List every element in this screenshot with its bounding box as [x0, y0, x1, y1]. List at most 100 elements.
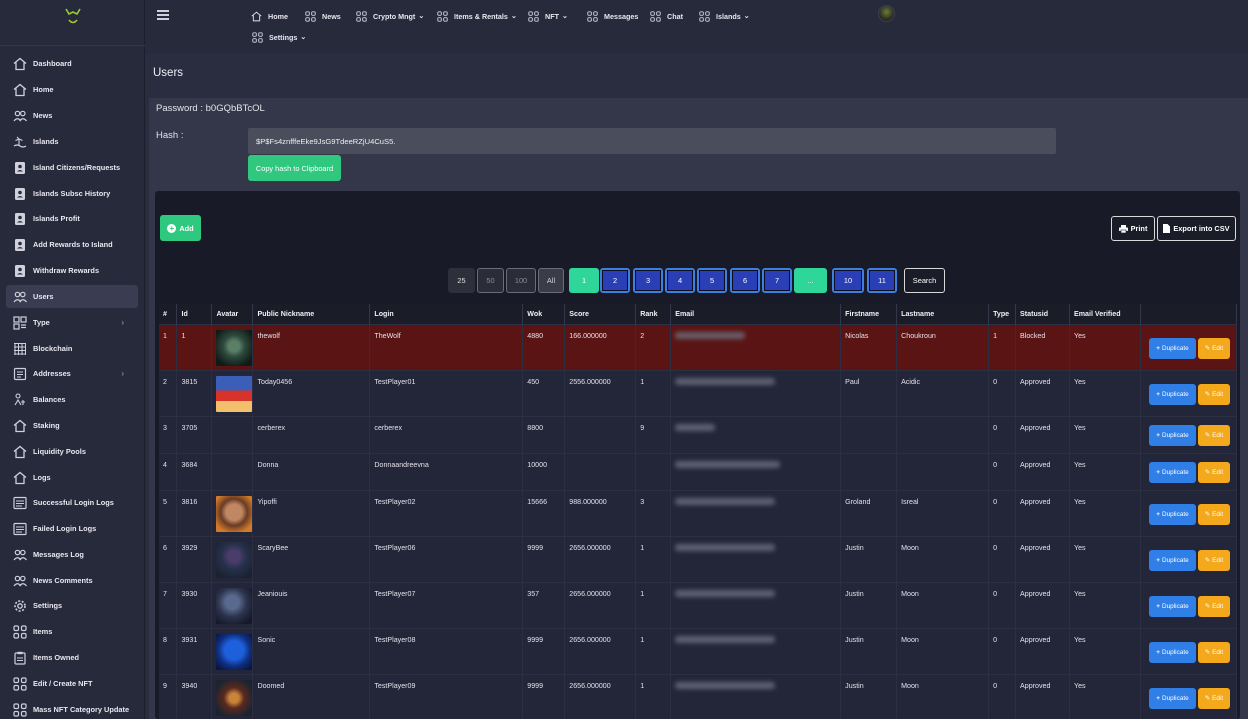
nav-item-messages[interactable]: Messages: [587, 9, 638, 23]
duplicate-button[interactable]: + Duplicate: [1148, 383, 1196, 405]
sidebar-item-addresses[interactable]: Addresses ›: [6, 362, 138, 385]
menu-toggle-icon[interactable]: [157, 10, 169, 20]
user-avatar[interactable]: [878, 5, 895, 22]
sidebar-item-island-citizens-requests[interactable]: Island Citizens/Requests: [6, 156, 138, 179]
edit-button[interactable]: ✎ Edit: [1197, 337, 1230, 359]
page-button[interactable]: 11: [867, 268, 897, 293]
duplicate-button[interactable]: + Duplicate: [1148, 461, 1196, 483]
column-header[interactable]: Id: [176, 304, 213, 324]
table-row[interactable]: 1 1 thewolf TheWolf 4880 166.000000 2 Nicolas Ch…: [159, 323, 1238, 370]
sidebar-item-edit-create-nft[interactable]: Edit / Create NFT: [6, 672, 138, 695]
search-button[interactable]: Search: [904, 268, 945, 293]
sidebar-item-liquidity-pools[interactable]: Liquidity Pools: [6, 440, 138, 463]
table-row[interactable]: 4 3684 Donna Donnaandreevna 10000 0 Approved Ye…: [159, 452, 1238, 490]
column-header[interactable]: Score: [564, 304, 637, 324]
table-row[interactable]: 7 3930 Jeaniouis TestPlayer07 357 2656.000000…: [159, 581, 1238, 628]
page-button[interactable]: 3: [633, 268, 663, 293]
sidebar-item-blockchain[interactable]: Blockchain: [6, 337, 138, 360]
sidebar-item-staking[interactable]: Staking: [6, 414, 138, 437]
table-row[interactable]: 3 3705 cerberex cerberex 8800 9 0 Approved Yes + D…: [159, 415, 1238, 453]
nav-item-home[interactable]: Home: [251, 9, 288, 23]
brand-logo-icon[interactable]: [64, 6, 82, 28]
sidebar-item-islands-profit[interactable]: Islands Profit: [6, 207, 138, 230]
duplicate-button[interactable]: + Duplicate: [1148, 424, 1196, 446]
page-button[interactable]: 7: [762, 268, 792, 293]
duplicate-button[interactable]: + Duplicate: [1148, 687, 1196, 709]
column-header[interactable]: [1140, 304, 1238, 324]
sidebar-item-home[interactable]: Home: [6, 78, 138, 101]
page-ellipsis[interactable]: ...: [794, 268, 827, 293]
sidebar-item-news-comments[interactable]: News Comments: [6, 569, 138, 592]
duplicate-button[interactable]: + Duplicate: [1148, 337, 1196, 359]
edit-button[interactable]: ✎ Edit: [1197, 383, 1230, 405]
column-header[interactable]: Rank: [635, 304, 672, 324]
duplicate-button[interactable]: + Duplicate: [1148, 503, 1196, 525]
column-header[interactable]: Email: [670, 304, 842, 324]
edit-button[interactable]: ✎ Edit: [1197, 461, 1230, 483]
page-button[interactable]: 4: [665, 268, 695, 293]
page-button[interactable]: 1: [569, 268, 599, 293]
nav-item-crypto-mngt[interactable]: Crypto Mngt ⌄: [356, 9, 424, 23]
edit-button[interactable]: ✎ Edit: [1197, 595, 1230, 617]
page-button[interactable]: 10: [832, 268, 864, 293]
column-header[interactable]: Wok: [522, 304, 566, 324]
sidebar-item-islands[interactable]: Islands: [6, 130, 138, 153]
sidebar-item-islands-subsc-history[interactable]: Islands Subsc History: [6, 182, 138, 205]
hash-field[interactable]: [248, 128, 1056, 154]
sidebar-item-type[interactable]: Type ›: [6, 311, 138, 334]
column-header[interactable]: Email Verified: [1069, 304, 1141, 324]
print-button[interactable]: Print: [1111, 216, 1155, 241]
nav-item-islands[interactable]: Islands ⌄: [699, 9, 750, 23]
edit-button[interactable]: ✎ Edit: [1197, 424, 1230, 446]
sidebar-item-items-owned[interactable]: Items Owned: [6, 646, 138, 669]
column-header[interactable]: Login: [369, 304, 524, 324]
column-header[interactable]: Firstname: [840, 304, 898, 324]
table-row[interactable]: 9 3940 Doomed TestPlayer09 9999 2656.000000 1 J…: [159, 673, 1238, 719]
sidebar-item-successful-login-logs[interactable]: Successful Login Logs: [6, 491, 138, 514]
edit-button[interactable]: ✎ Edit: [1197, 503, 1230, 525]
add-user-button[interactable]: + Add: [160, 215, 201, 241]
page-button[interactable]: 6: [730, 268, 760, 293]
sidebar-item-failed-login-logs[interactable]: Failed Login Logs: [6, 517, 138, 540]
duplicate-button[interactable]: + Duplicate: [1148, 641, 1196, 663]
column-header[interactable]: #: [159, 304, 178, 324]
sidebar-item-balances[interactable]: Balances: [6, 388, 138, 411]
column-header[interactable]: Statusid: [1015, 304, 1071, 324]
edit-button[interactable]: ✎ Edit: [1197, 549, 1230, 571]
sidebar-item-messages-log[interactable]: Messages Log: [6, 543, 138, 566]
nav-item-nft[interactable]: NFT ⌄: [528, 9, 568, 23]
nav-item-items-rentals[interactable]: Items & Rentals ⌄: [437, 9, 517, 23]
page-size-option[interactable]: 50: [477, 268, 504, 293]
duplicate-button[interactable]: + Duplicate: [1148, 549, 1196, 571]
sidebar-item-items[interactable]: Items: [6, 620, 138, 643]
sidebar-item-logs[interactable]: Logs: [6, 466, 138, 489]
table-row[interactable]: 8 3931 Sonic TestPlayer08 9999 2656.000000 1 Ju…: [159, 627, 1238, 674]
sidebar-item-withdraw-rewards[interactable]: Withdraw Rewards: [6, 259, 138, 282]
nav-item-settings[interactable]: Settings ⌄: [252, 30, 306, 44]
page-size-option[interactable]: 25: [448, 268, 475, 293]
sidebar-item-settings[interactable]: Settings: [6, 594, 138, 617]
duplicate-button[interactable]: + Duplicate: [1148, 595, 1196, 617]
column-header[interactable]: Lastname: [896, 304, 990, 324]
page-size-option[interactable]: All: [538, 268, 564, 293]
copy-hash-button[interactable]: Copy hash to Clipboard: [248, 155, 341, 181]
edit-button[interactable]: ✎ Edit: [1197, 641, 1230, 663]
table-row[interactable]: 5 3816 Yipoffi TestPlayer02 15666 988.000000 3…: [159, 489, 1238, 536]
column-header[interactable]: Public Nickname: [252, 304, 371, 324]
column-header[interactable]: Avatar: [211, 304, 254, 324]
table-row[interactable]: 2 3815 Today0456 TestPlayer01 450 2556.000000…: [159, 369, 1238, 416]
sidebar-item-mass-nft-category-update[interactable]: Mass NFT Category Update: [6, 698, 138, 719]
sidebar-item-news[interactable]: News: [6, 104, 138, 127]
page-button[interactable]: 2: [600, 268, 630, 293]
page-size-option[interactable]: 100: [506, 268, 536, 293]
sidebar-item-dashboard[interactable]: Dashboard: [6, 52, 138, 75]
edit-button[interactable]: ✎ Edit: [1197, 687, 1230, 709]
export-csv-button[interactable]: Export into CSV: [1157, 216, 1236, 241]
nav-item-chat[interactable]: Chat: [650, 9, 683, 23]
column-header[interactable]: Type: [988, 304, 1017, 324]
sidebar-item-add-rewards-to-island[interactable]: Add Rewards to Island: [6, 233, 138, 256]
page-button[interactable]: 5: [697, 268, 727, 293]
table-row[interactable]: 6 3929 ScaryBee TestPlayer06 9999 2656.000000…: [159, 535, 1238, 582]
nav-item-news[interactable]: News: [305, 9, 341, 23]
sidebar-item-users[interactable]: Users: [6, 285, 138, 308]
